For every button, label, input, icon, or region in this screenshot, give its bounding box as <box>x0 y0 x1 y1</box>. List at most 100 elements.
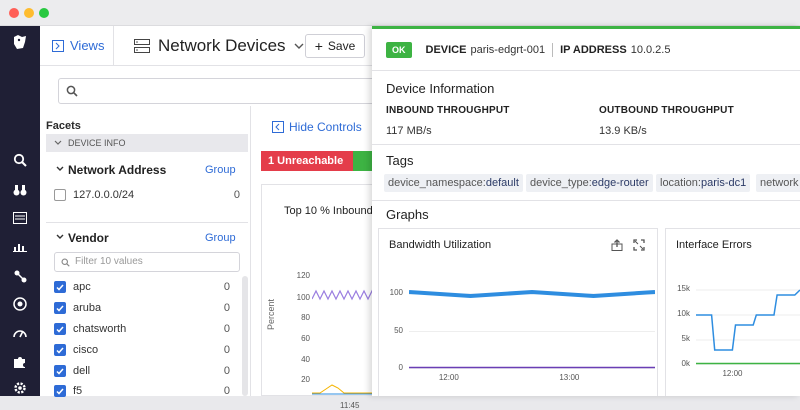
datadog-logo-icon[interactable] <box>10 32 30 52</box>
chevron-down-icon <box>294 43 304 49</box>
minimize-window-button[interactable] <box>24 8 34 18</box>
facets-title: Facets <box>46 120 81 132</box>
facet-item-label: f5 <box>73 385 83 397</box>
chevron-down-icon[interactable] <box>56 166 64 172</box>
facet-item[interactable]: 127.0.0.0/24 0 <box>54 186 240 204</box>
expand-icon[interactable] <box>633 239 645 251</box>
facet-item-count: 0 <box>223 302 230 314</box>
y-tick: 20 <box>301 375 310 384</box>
y-tick: 100 <box>296 293 310 302</box>
dashboard-icon[interactable] <box>10 208 30 228</box>
tag-key: location: <box>660 177 701 189</box>
device-panel-header: OK DEVICE paris-edgrt-001 IP ADDRESS 10.… <box>372 29 800 71</box>
vendor-group-link[interactable]: Group <box>205 232 236 244</box>
tag-chip[interactable]: location:paris-dc1 <box>656 174 751 192</box>
views-button[interactable]: Views <box>52 38 104 53</box>
checkbox-checked[interactable] <box>54 385 66 397</box>
y-tick: 0 <box>398 363 403 372</box>
network-devices-icon <box>134 39 150 53</box>
search-icon[interactable] <box>10 150 30 170</box>
save-label: Save <box>327 39 356 53</box>
facet-item-count: 0 <box>223 344 230 356</box>
ok-status-bar[interactable] <box>353 151 373 171</box>
facet-item-count: 0 <box>233 189 240 201</box>
tag-key: device_namespace: <box>388 177 486 189</box>
top-inbound-chart-card: Top 10 % Inbound Percent 120 100 80 60 4… <box>261 184 382 410</box>
facet-item[interactable]: cisco 0 <box>54 341 240 359</box>
settings-icon[interactable] <box>10 378 30 398</box>
bandwidth-utilization-card: Bandwidth Utilization 100 50 0 12:00 13:00 <box>378 228 658 396</box>
puzzle-icon[interactable] <box>10 352 30 372</box>
chevron-down-icon <box>54 140 62 145</box>
vendor-title[interactable]: Vendor <box>68 231 109 245</box>
page-title[interactable]: Network Devices <box>134 36 304 56</box>
facet-item[interactable]: apc 0 <box>54 278 240 296</box>
y-tick: 5k <box>681 334 690 343</box>
chevron-down-icon[interactable] <box>56 234 64 240</box>
checkbox-checked[interactable] <box>54 323 66 335</box>
tag-chip[interactable]: device_namespace:default <box>384 174 523 192</box>
top-inbound-chart-title: Top 10 % Inbound <box>284 205 373 217</box>
ip-address-label: IP ADDRESS <box>560 43 627 56</box>
save-button[interactable]: + Save <box>305 34 365 58</box>
checkbox-checked[interactable] <box>54 302 66 314</box>
interface-errors-plot <box>696 289 800 365</box>
y-tick: 80 <box>301 313 310 322</box>
y-tick: 40 <box>301 355 310 364</box>
x-tick: 11:45 <box>340 401 360 410</box>
device-info-section[interactable]: DEVICE INFO <box>46 134 248 152</box>
close-window-button[interactable] <box>9 8 19 18</box>
checkbox-checked[interactable] <box>54 365 66 377</box>
facet-item-count: 0 <box>223 365 230 377</box>
y-tick: 10k <box>677 309 690 318</box>
network-icon[interactable] <box>10 266 30 286</box>
section-divider <box>372 200 800 201</box>
chart-icon[interactable] <box>10 236 30 256</box>
share-icon[interactable] <box>611 239 623 251</box>
facet-item[interactable]: dell 0 <box>54 362 240 380</box>
panel-collapse-icon <box>272 121 284 133</box>
maximize-window-button[interactable] <box>39 8 49 18</box>
vendor-filter-placeholder: Filter 10 values <box>75 256 143 267</box>
facet-item[interactable]: chatsworth 0 <box>54 320 240 338</box>
graphs-title: Graphs <box>386 207 429 222</box>
tag-chip[interactable]: device_type:edge-router <box>526 174 653 192</box>
divider <box>46 222 248 223</box>
binoculars-icon[interactable] <box>10 180 30 200</box>
x-tick: 12:00 <box>438 373 459 382</box>
tag-value: edge-router <box>591 177 649 189</box>
facet-item-count: 0 <box>223 385 230 397</box>
facet-item[interactable]: aruba 0 <box>54 299 240 317</box>
facet-item-count: 0 <box>223 281 230 293</box>
interface-errors-title: Interface Errors <box>676 239 752 251</box>
interface-errors-card: Interface Errors 15k 10k 5k 0k 12:00 <box>665 228 800 396</box>
vendor-scrollbar[interactable] <box>242 276 248 396</box>
facet-item-label: chatsworth <box>73 323 127 335</box>
facet-item[interactable]: f5 0 <box>54 382 240 400</box>
facets-panel: Facets DEVICE INFO Network Address Group… <box>40 116 250 397</box>
status-badge: OK <box>386 41 412 58</box>
vendor-filter-input[interactable]: Filter 10 values <box>54 252 240 272</box>
facet-item-label: cisco <box>73 344 99 356</box>
gauge-icon[interactable] <box>10 322 30 342</box>
checkbox-checked[interactable] <box>54 344 66 356</box>
ip-address-value: 10.0.2.5 <box>630 43 671 56</box>
unreachable-status-bar[interactable]: 1 Unreachable <box>261 151 353 171</box>
section-divider <box>372 144 800 145</box>
network-address-group-link[interactable]: Group <box>205 164 236 176</box>
search-input[interactable] <box>58 78 378 104</box>
tags-title: Tags <box>386 153 414 168</box>
y-tick: 60 <box>301 334 310 343</box>
series-line <box>409 289 655 299</box>
hide-controls-button[interactable]: Hide Controls <box>272 120 362 134</box>
y-tick: 100 <box>389 288 403 297</box>
checkbox[interactable] <box>54 189 66 201</box>
views-label: Views <box>70 38 105 53</box>
tag-chip[interactable]: network <box>756 174 800 192</box>
inbound-throughput-label: INBOUND THROUGHPUT <box>386 105 510 116</box>
facet-item-label: dell <box>73 365 91 377</box>
checkbox-checked[interactable] <box>54 281 66 293</box>
bandwidth-utilization-plot <box>409 289 655 369</box>
target-icon[interactable] <box>10 294 30 314</box>
network-address-title[interactable]: Network Address <box>68 163 166 177</box>
